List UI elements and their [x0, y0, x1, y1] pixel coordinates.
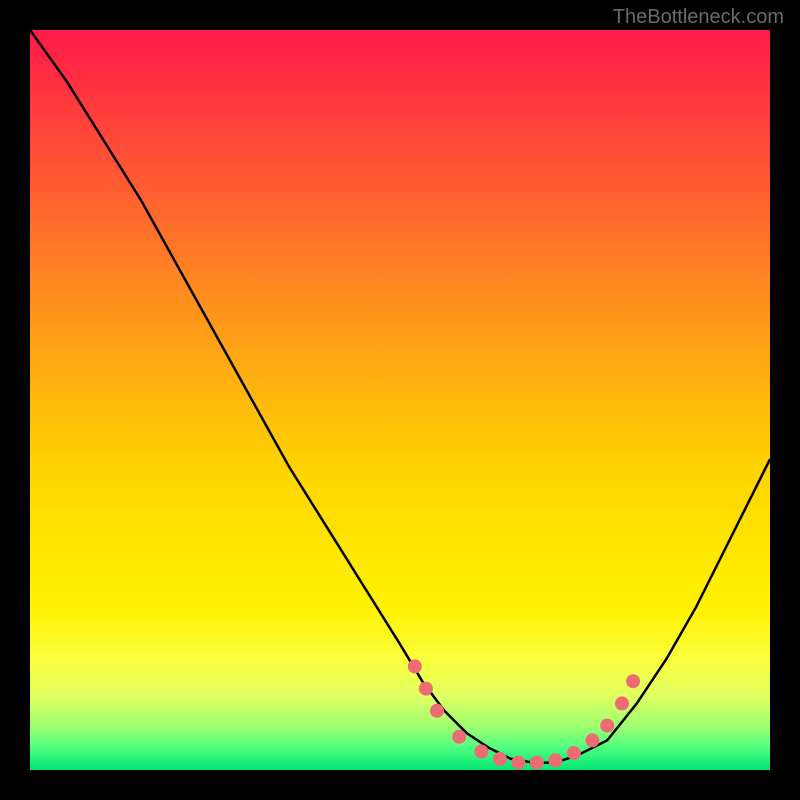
- marker-dot: [567, 746, 581, 760]
- marker-dot: [452, 730, 466, 744]
- marker-dot: [408, 659, 422, 673]
- marker-dot: [585, 733, 599, 747]
- plot-area: [30, 30, 770, 770]
- marker-dot: [615, 696, 629, 710]
- marker-dot: [474, 745, 488, 759]
- marker-dot: [493, 752, 507, 766]
- watermark-text: TheBottleneck.com: [613, 6, 784, 29]
- curve-markers: [408, 659, 640, 769]
- marker-dot: [600, 719, 614, 733]
- marker-dot: [548, 753, 562, 767]
- marker-dot: [511, 756, 525, 770]
- marker-dot: [626, 674, 640, 688]
- marker-dot: [430, 704, 444, 718]
- marker-dot: [530, 756, 544, 770]
- marker-dot: [419, 682, 433, 696]
- chart-svg: [30, 30, 770, 770]
- bottleneck-curve: [30, 30, 770, 763]
